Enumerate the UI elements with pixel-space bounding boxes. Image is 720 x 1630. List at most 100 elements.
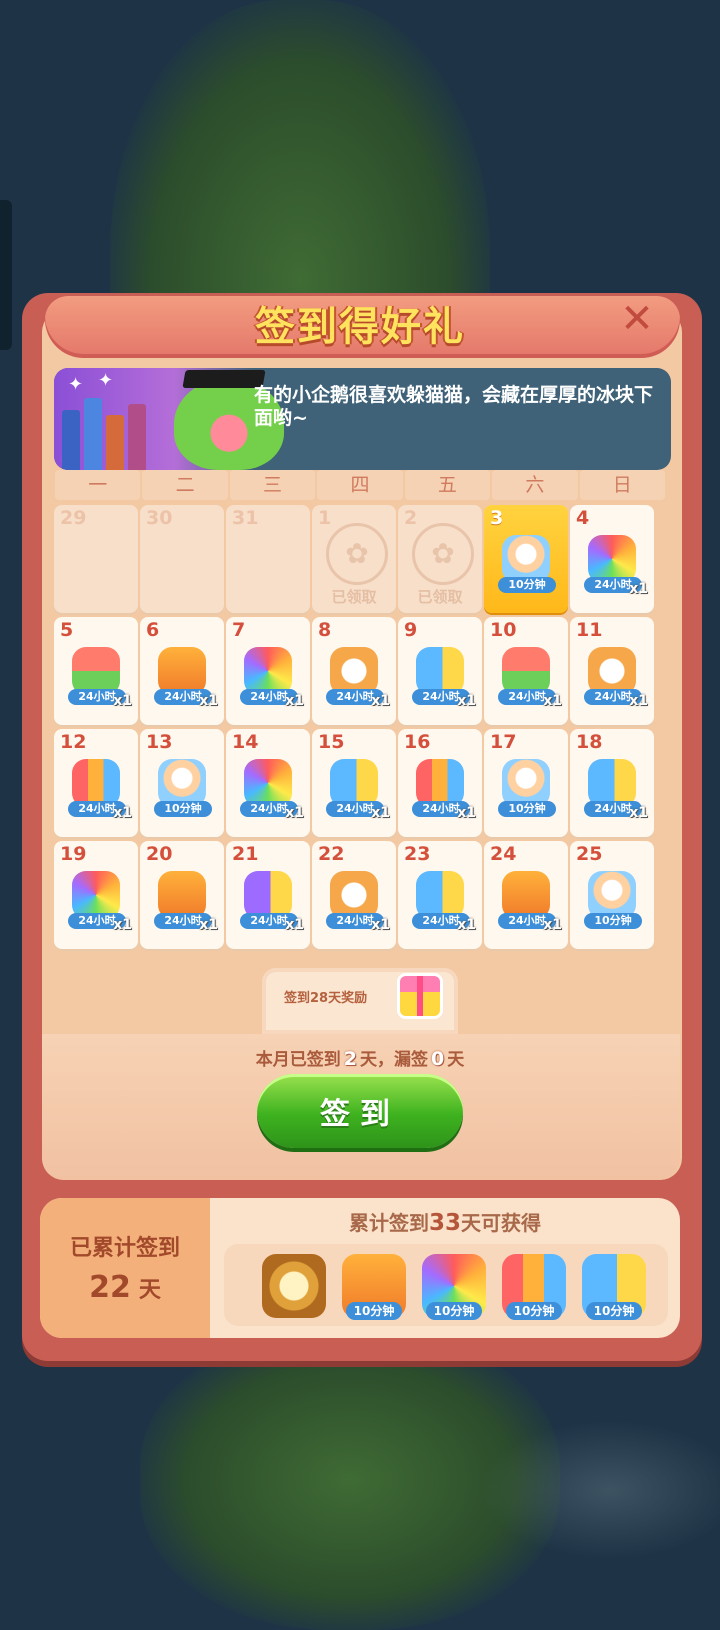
reward-duration: 10分钟 (426, 1302, 482, 1320)
goal-suffix: 天可获得 (461, 1211, 541, 1235)
paw-stamp-icon: ✿ (412, 523, 474, 585)
reward-quantity: x1 (199, 693, 218, 709)
background-cloud (480, 1420, 720, 1560)
clock-icon (330, 647, 378, 695)
reward-duration: 10分钟 (498, 577, 556, 593)
day-number: 11 (576, 619, 603, 641)
calendar-day: 31 (226, 505, 310, 613)
box-icon (72, 647, 120, 695)
dialog-title: 签到得好礼 (255, 304, 465, 350)
claimed-label: 已领取 (331, 588, 377, 606)
goal-prefix: 累计签到 (348, 1211, 429, 1235)
reward-quantity: x1 (629, 805, 648, 821)
bird-chick-icon (416, 871, 464, 919)
weekday-label: 五 (404, 470, 491, 500)
reward-quantity: x1 (371, 805, 390, 821)
day-number: 5 (60, 619, 74, 641)
calendar-day: 18 24小时 x1 (570, 729, 654, 837)
day-number: 19 (60, 843, 87, 865)
reward-quantity: x1 (113, 805, 132, 821)
day-number: 9 (404, 619, 418, 641)
sparkle-icon: ✦ (68, 374, 84, 395)
calendar-day: 15 24小时 x1 (312, 729, 396, 837)
gift-icon[interactable] (400, 976, 440, 1016)
side-drawer-handle[interactable] (0, 200, 12, 350)
cumulative-label: 已累计签到 (69, 1236, 180, 1261)
banner-tip-text: 有的小企鹅很喜欢躲猫猫，会藏在厚厚的冰块下面哟~ (254, 384, 654, 429)
calendar-day: 22 24小时 x1 (312, 841, 396, 949)
rainbow-owl-icon (244, 647, 292, 695)
bottle-icon (158, 759, 206, 807)
reward-quantity: x1 (371, 917, 390, 933)
calendar-day: 14 24小时 x1 (226, 729, 310, 837)
day-number: 15 (318, 731, 345, 753)
rainbow-owl-icon (588, 535, 636, 583)
reward-quantity: x1 (285, 693, 304, 709)
day-number: 21 (232, 843, 259, 865)
mystery-cat-badge-icon[interactable] (262, 1254, 326, 1318)
day-number: 10 (490, 619, 517, 641)
day-number: 16 (404, 731, 431, 753)
reward-duration: 10分钟 (346, 1302, 402, 1320)
reward-quantity: x1 (113, 917, 132, 933)
signed-count: 2 (343, 1048, 357, 1070)
calendar-day: 19 24小时 x1 (54, 841, 138, 949)
sign-in-button[interactable]: 签到 (257, 1074, 463, 1148)
calendar-day: 5 24小时 x1 (54, 617, 138, 725)
reward-duration: 10分钟 (154, 801, 212, 817)
reward-quantity: x1 (113, 693, 132, 709)
weekday-label: 一 (55, 470, 141, 500)
cumulative-goal: 累计签到33天可获得 (210, 1207, 680, 1236)
day-number: 31 (232, 507, 259, 529)
reward-quantity: x1 (543, 693, 562, 709)
close-button[interactable]: ✕ (618, 299, 656, 339)
box-icon (502, 647, 550, 695)
reward-duration: 10分钟 (584, 913, 642, 929)
close-icon: ✕ (620, 296, 654, 342)
summary-middle: 天，漏签 (360, 1050, 428, 1070)
cumulative-count-box (40, 1198, 210, 1338)
calendar-day: 4 24小时 x1 (570, 505, 654, 613)
calendar-day: 1 ✿ 已领取 (312, 505, 396, 613)
day-number: 30 (146, 507, 173, 529)
weekday-label: 六 (492, 470, 578, 500)
weekday-label: 三 (229, 470, 316, 500)
sparkle-icon: ✦ (98, 370, 114, 391)
weekday-label: 二 (142, 470, 228, 500)
day-number: 4 (576, 507, 590, 529)
purple-owl-icon (244, 871, 292, 919)
bottle-icon (502, 535, 550, 583)
reward-quantity: x1 (457, 805, 476, 821)
reward-quantity: x1 (371, 693, 390, 709)
calendar-day: 24 24小时 x1 (484, 841, 568, 949)
calendar-day: 29 (54, 505, 138, 613)
reward-quantity: x1 (457, 917, 476, 933)
plus3-icon (502, 871, 550, 919)
calendar-day: 21 24小时 x1 (226, 841, 310, 949)
reward-quantity: x1 (285, 805, 304, 821)
reward-quantity: x1 (629, 581, 648, 597)
reward-quantity: x1 (543, 917, 562, 933)
calendar-day: 8 24小时 x1 (312, 617, 396, 725)
clock-icon (588, 647, 636, 695)
cumulative-days-unit: 天 (138, 1278, 161, 1303)
calendar-day: 13 10分钟 (140, 729, 224, 837)
clock-icon (330, 871, 378, 919)
calendar-day: 30 (140, 505, 224, 613)
reward-quantity: x1 (629, 693, 648, 709)
day-number: 24 (490, 843, 517, 865)
month-summary: 本月已签到 2 天，漏签 0 天 (0, 1045, 720, 1070)
claimed-label: 已领取 (417, 588, 463, 606)
day-number: 20 (146, 843, 173, 865)
reward-quantity: x1 (199, 917, 218, 933)
plus3-icon (158, 871, 206, 919)
cumulative-days: 22 天 (40, 1270, 210, 1305)
book-icon (106, 415, 124, 470)
calendar-day[interactable]: 3 10分钟 (484, 505, 568, 613)
day-number: 3 (490, 507, 504, 529)
calendar-day: 9 24小时 x1 (398, 617, 482, 725)
weekday-label: 四 (317, 470, 403, 500)
calendar-day: 10 24小时 x1 (484, 617, 568, 725)
missed-count: 0 (431, 1048, 445, 1070)
day-number: 6 (146, 619, 160, 641)
